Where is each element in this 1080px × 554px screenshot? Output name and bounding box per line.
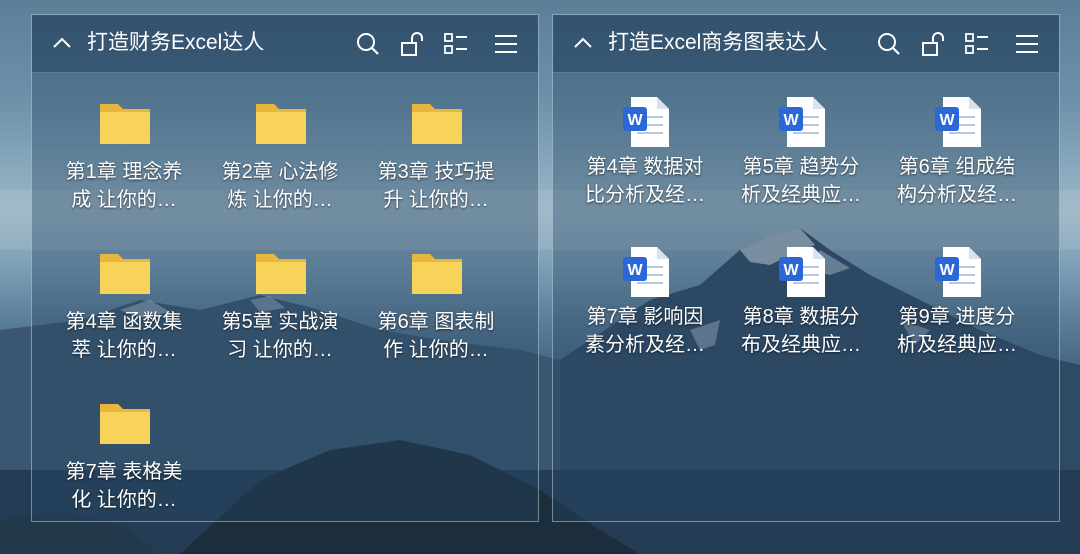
- svg-text:W: W: [939, 112, 955, 129]
- item-label: 第7章 影响因 素分析及经…: [585, 306, 705, 356]
- folder-icon: [100, 104, 150, 144]
- menu-icon[interactable]: [493, 31, 519, 57]
- svg-text:W: W: [939, 262, 955, 279]
- chevron-up-icon[interactable]: [51, 32, 73, 54]
- menu-icon[interactable]: [1014, 31, 1040, 57]
- lock-icon[interactable]: [400, 31, 426, 57]
- view-mode-icon[interactable]: [443, 31, 469, 57]
- svg-text:W: W: [627, 262, 643, 279]
- word-document-icon: W: [623, 97, 669, 147]
- folder-icon: [256, 254, 306, 294]
- item-label: 第5章 实战演习 让你的…: [221, 311, 339, 361]
- folder-icon: [256, 104, 306, 144]
- item-label: 第5章 趋势分 析及经典应…: [741, 156, 861, 206]
- folder-icon: [412, 104, 462, 144]
- chevron-up-icon[interactable]: [572, 32, 594, 54]
- lock-icon[interactable]: [921, 31, 947, 57]
- item-label: 第7章 表格美化 让你的…: [65, 461, 183, 511]
- search-icon[interactable]: [876, 31, 902, 57]
- word-document-icon: W: [935, 247, 981, 297]
- item-label: 第2章 心法修炼 让你的…: [221, 161, 339, 211]
- svg-text:W: W: [783, 112, 799, 129]
- svg-text:W: W: [627, 112, 643, 129]
- search-icon[interactable]: [355, 31, 381, 57]
- item-label: 第6章 组成结 构分析及经…: [897, 156, 1017, 206]
- item-label: 第1章 理念养成 让你的…: [65, 161, 183, 211]
- item-label: 第8章 数据分 布及经典应…: [741, 306, 861, 356]
- view-mode-icon[interactable]: [964, 31, 990, 57]
- svg-text:W: W: [783, 262, 799, 279]
- word-document-icon: W: [935, 97, 981, 147]
- fence-header[interactable]: 打造Excel商务图表达人: [553, 15, 1059, 73]
- word-document-icon: W: [779, 247, 825, 297]
- word-document-icon: W: [623, 247, 669, 297]
- fence-title: 打造财务Excel达人: [87, 31, 265, 54]
- item-label: 第9章 进度分 析及经典应…: [897, 306, 1017, 356]
- word-document-icon: W: [779, 97, 825, 147]
- fence-header[interactable]: 打造财务Excel达人: [32, 15, 538, 73]
- item-label: 第4章 数据对 比分析及经…: [585, 156, 705, 206]
- folder-icon: [412, 254, 462, 294]
- item-label: 第4章 函数集萃 让你的…: [65, 311, 183, 361]
- item-label: 第3章 技巧提升 让你的…: [377, 161, 495, 211]
- folder-icon: [100, 404, 150, 444]
- item-label: 第6章 图表制作 让你的…: [377, 311, 495, 361]
- fence-title: 打造Excel商务图表达人: [608, 31, 828, 54]
- folder-icon: [100, 254, 150, 294]
